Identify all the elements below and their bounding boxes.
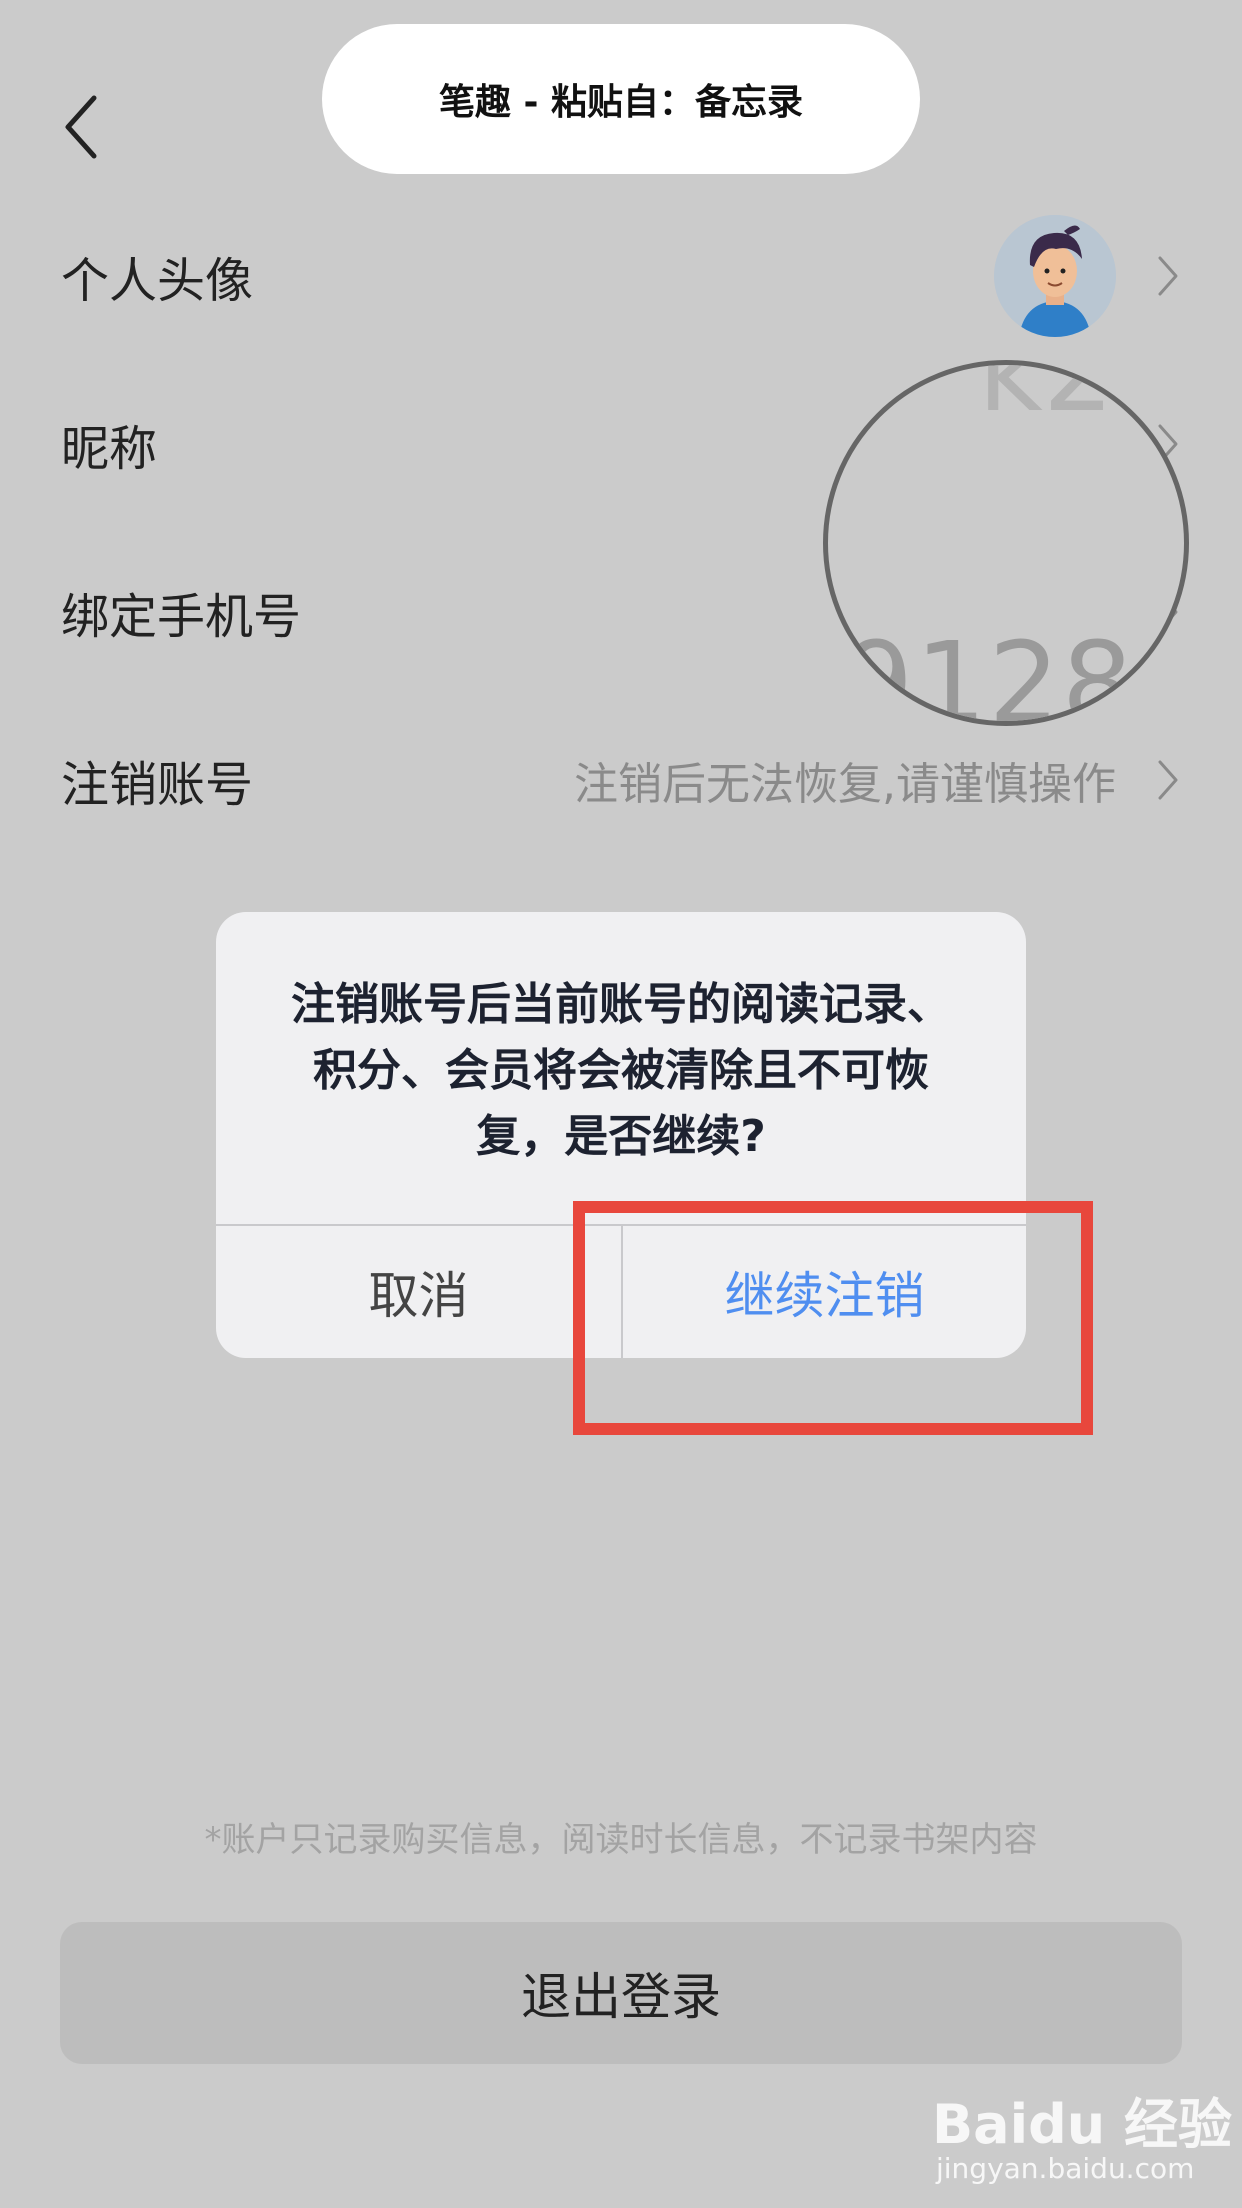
watermark-brand: Baidu 经验 [932,2093,1233,2156]
account-info-note: *账户只记录购买信息，阅读时长信息，不记录书架内容 [204,1820,1038,1860]
logout-button[interactable]: 退出登录 [60,1922,1182,2064]
baidu-jingyan-watermark: Baidu 经验 jingyan.baidu.com [932,2070,1232,2190]
chevron-right-icon [1158,760,1178,800]
magnifier-top-text: k20 [978,360,1186,437]
row-avatar-label: 个人头像 [61,253,254,309]
logout-button-label: 退出登录 [521,1968,721,2026]
row-cancel-account[interactable]: 注销账号 注销后无法恢复,请谨慎操作 [0,710,1242,850]
row-phone-label: 绑定手机号 [61,589,302,645]
paste-banner: 笔趣 - 粘贴自：备忘录 [322,24,920,174]
chevron-right-icon [1158,256,1178,296]
cancel-button[interactable]: 取消 [216,1226,621,1358]
row-nickname-label: 昵称 [61,421,158,477]
paste-banner-text: 笔趣 - 粘贴自：备忘录 [438,82,803,123]
magnifier-number-text: 912841 [842,619,1184,726]
row-cancel-account-label: 注销账号 [61,757,254,813]
avatar[interactable] [994,215,1116,337]
magnifier-loupe: k20 912841 [823,360,1189,726]
highlight-annotation-box [573,1201,1093,1435]
watermark-url: jingyan.baidu.com [936,2152,1195,2185]
back-chevron-icon[interactable] [58,92,108,162]
dialog-message: 注销账号后当前账号的阅读记录、积分、会员将会被清除且不可恢复，是否继续? [291,979,951,1162]
row-cancel-account-hint: 注销后无法恢复,请谨慎操作 [574,759,1116,810]
row-avatar[interactable]: 个人头像 [0,206,1242,346]
